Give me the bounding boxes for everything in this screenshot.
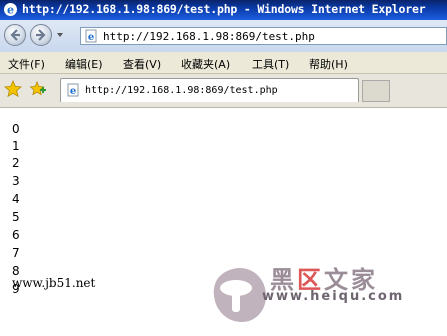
- menu-help[interactable]: 帮助(H): [309, 56, 348, 72]
- menu-file[interactable]: 文件(F): [8, 56, 45, 72]
- tab-active[interactable]: e http://192.168.1.98:869/test.php: [60, 78, 359, 102]
- menu-favorites[interactable]: 收藏夹(A): [181, 56, 230, 72]
- title-bar: e http://192.168.1.98:869/test.php - Win…: [0, 0, 447, 20]
- page-content: 0 1 2 3 4 5 6 7 8 9 www.jb51.net 黑区文家 ww…: [0, 108, 447, 336]
- back-arrow-icon: [10, 29, 20, 41]
- ie-logo-icon: e: [4, 3, 17, 17]
- menu-bar: 文件(F) 编辑(E) 查看(V) 收藏夹(A) 工具(T) 帮助(H): [0, 52, 447, 74]
- ie-page-icon: e: [85, 29, 97, 43]
- output-line: 1: [12, 139, 20, 153]
- output-line: 0: [12, 122, 20, 136]
- star-icon[interactable]: [4, 80, 22, 98]
- menu-tools[interactable]: 工具(T): [252, 56, 289, 72]
- watermark-logo-icon: [213, 267, 266, 322]
- forward-button[interactable]: [30, 24, 52, 46]
- output-line: 6: [12, 228, 20, 242]
- tab-title: http://192.168.1.98:869/test.php: [85, 85, 278, 96]
- tab-bar: e http://192.168.1.98:869/test.php: [0, 74, 447, 108]
- output-line: 7: [12, 246, 20, 260]
- footer-text: www.jb51.net: [12, 276, 96, 290]
- output-line: 4: [12, 192, 20, 206]
- window-title: http://192.168.1.98:869/test.php - Windo…: [22, 2, 426, 16]
- navigation-bar: e http://192.168.1.98:869/test.php: [0, 20, 447, 52]
- svg-text:e: e: [88, 32, 94, 43]
- output-line: 3: [12, 174, 20, 188]
- menu-edit[interactable]: 编辑(E): [65, 56, 103, 72]
- svg-text:e: e: [7, 4, 14, 17]
- svg-text:e: e: [70, 86, 76, 97]
- back-button[interactable]: [4, 24, 26, 46]
- output-line: 2: [12, 156, 20, 170]
- add-favorite-icon[interactable]: [29, 80, 47, 98]
- address-bar[interactable]: e http://192.168.1.98:869/test.php: [80, 27, 447, 45]
- menu-view[interactable]: 查看(V): [123, 56, 161, 72]
- ie-page-icon: e: [67, 83, 79, 97]
- history-dropdown-icon[interactable]: [57, 33, 63, 37]
- address-input[interactable]: http://192.168.1.98:869/test.php: [103, 30, 315, 43]
- forward-arrow-icon: [36, 29, 46, 41]
- new-tab-button[interactable]: [362, 80, 390, 102]
- watermark-url: www.heiqu.com: [262, 289, 405, 304]
- output-line: 5: [12, 210, 20, 224]
